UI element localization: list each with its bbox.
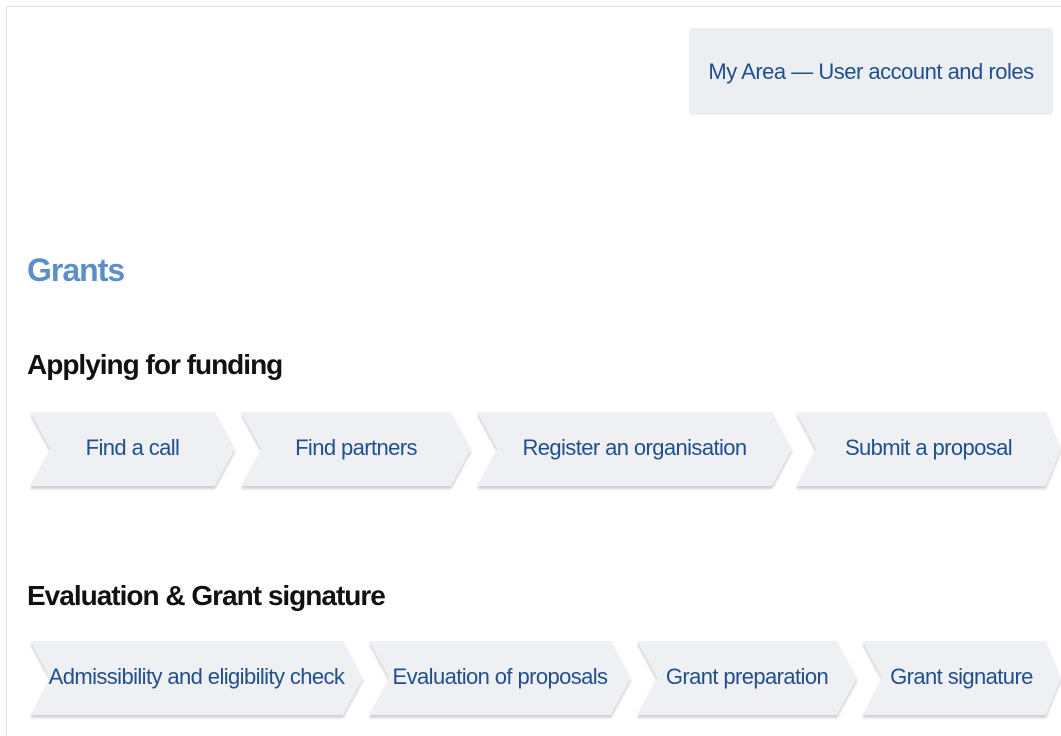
my-area-button[interactable]: My Area — User account and roles bbox=[689, 28, 1053, 115]
step-label: Find partners bbox=[295, 435, 417, 460]
step-label: Grant signature bbox=[890, 664, 1033, 689]
step-submit-proposal[interactable]: Submit a proposal bbox=[796, 412, 1061, 486]
step-label: Grant preparation bbox=[665, 664, 829, 689]
section-title-grants: Grants bbox=[27, 252, 125, 288]
step-evaluation-of-proposals[interactable]: Evaluation of proposals bbox=[369, 641, 631, 715]
step-label: Find a call bbox=[85, 435, 180, 460]
step-label: Submit a proposal bbox=[844, 435, 1013, 460]
group-title-applying: Applying for funding bbox=[27, 349, 283, 380]
step-grant-signature[interactable]: Grant signature bbox=[862, 641, 1061, 715]
step-label: Register an organisation bbox=[522, 435, 747, 460]
step-find-partners[interactable]: Find partners bbox=[241, 412, 471, 486]
step-find-a-call[interactable]: Find a call bbox=[30, 412, 235, 486]
step-register-organisation[interactable]: Register an organisation bbox=[477, 412, 792, 486]
process-steps-evaluation: Admissibility and eligibility check Eval… bbox=[0, 641, 1061, 721]
group-title-evaluation: Evaluation & Grant signature bbox=[27, 580, 386, 611]
process-steps-applying: Find a call Find partners Register an or… bbox=[0, 412, 1061, 492]
step-label: Admissibility and eligibility check bbox=[48, 664, 345, 689]
step-admissibility-check[interactable]: Admissibility and eligibility check bbox=[30, 641, 363, 715]
step-label: Evaluation of proposals bbox=[392, 664, 609, 689]
step-grant-preparation[interactable]: Grant preparation bbox=[637, 641, 857, 715]
